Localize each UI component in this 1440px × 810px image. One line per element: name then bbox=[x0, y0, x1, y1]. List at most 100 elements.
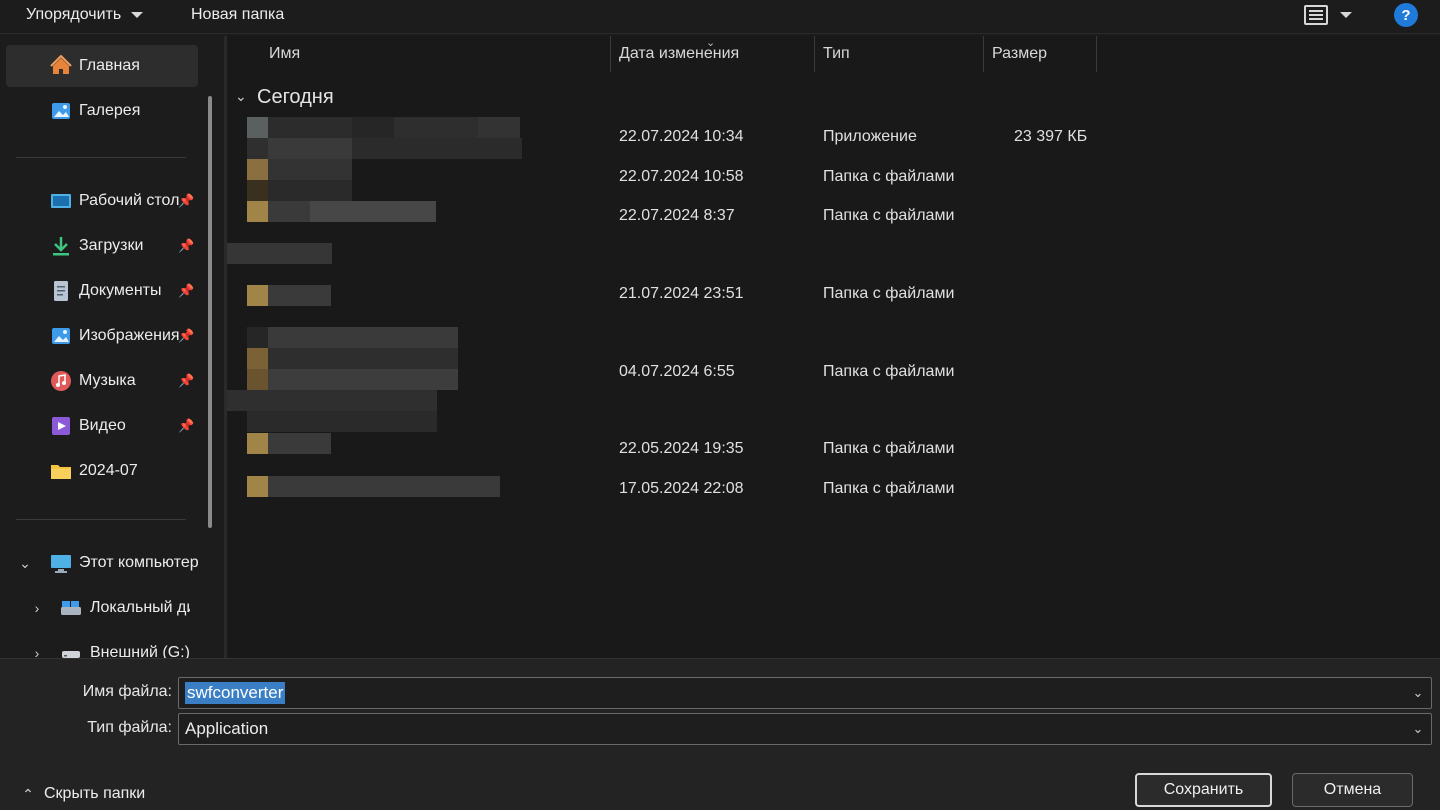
nav-item-local-disk[interactable]: › Локальный диск bbox=[6, 587, 198, 629]
filename-input[interactable]: swfconverter ⌄ bbox=[178, 677, 1432, 709]
file-name-redacted[interactable] bbox=[247, 433, 331, 454]
chevron-down-icon[interactable]: ⌄ bbox=[1411, 722, 1425, 736]
nav-item-gallery[interactable]: Галерея bbox=[6, 90, 198, 132]
file-list: Имя ⌄ Дата изменения Тип Размер ⌄ Сегодн… bbox=[227, 36, 1440, 658]
file-name-redacted[interactable] bbox=[247, 348, 458, 369]
file-name-redacted bbox=[247, 138, 522, 159]
column-divider[interactable] bbox=[983, 36, 984, 72]
nav-item-label: Локальный диск bbox=[90, 599, 190, 616]
filetype-select[interactable]: Application ⌄ bbox=[178, 713, 1432, 745]
file-name-redacted[interactable] bbox=[247, 476, 500, 497]
nav-item-folder-2024-07[interactable]: 2024-07 bbox=[6, 450, 198, 492]
navigation-pane: Главная Галерея Рабочий стол 📌 Загрузки … bbox=[0, 36, 222, 658]
organize-label: Упорядочить bbox=[26, 6, 122, 23]
view-list-icon bbox=[1304, 5, 1328, 25]
file-name-redacted bbox=[247, 180, 352, 201]
filetype-label: Тип файла: bbox=[87, 719, 172, 736]
column-header-name[interactable]: Имя bbox=[269, 36, 300, 72]
file-type: Папка с файлами bbox=[823, 285, 955, 302]
file-type: Папка с файлами bbox=[823, 480, 955, 497]
column-header-size[interactable]: Размер bbox=[992, 36, 1047, 72]
column-header-date[interactable]: Дата изменения bbox=[619, 36, 739, 72]
nav-item-label: Загрузки bbox=[79, 237, 144, 254]
file-type: Папка с файлами bbox=[823, 207, 955, 224]
file-date: 22.07.2024 10:34 bbox=[619, 128, 744, 145]
help-icon[interactable]: ? bbox=[1394, 3, 1418, 27]
save-button[interactable]: Сохранить bbox=[1135, 773, 1272, 807]
chevron-down-icon[interactable]: ⌄ bbox=[18, 556, 32, 570]
nav-item-label: Видео bbox=[79, 417, 126, 434]
file-size: 23 397 КБ bbox=[1014, 128, 1088, 145]
file-date: 21.07.2024 23:51 bbox=[619, 285, 744, 302]
music-icon bbox=[51, 371, 71, 391]
organize-button[interactable]: Упорядочить bbox=[26, 0, 144, 30]
filetype-value: Application bbox=[185, 719, 269, 738]
nav-item-label: Музыка bbox=[79, 372, 136, 389]
pin-icon: 📌 bbox=[178, 193, 195, 208]
nav-item-desktop[interactable]: Рабочий стол 📌 bbox=[6, 180, 198, 222]
column-divider[interactable] bbox=[1096, 36, 1097, 72]
computer-icon bbox=[51, 555, 71, 573]
nav-item-documents[interactable]: Документы 📌 bbox=[6, 270, 198, 312]
file-date: 22.07.2024 10:58 bbox=[619, 168, 744, 185]
nav-item-home[interactable]: Главная bbox=[6, 45, 198, 87]
filename-label: Имя файла: bbox=[82, 683, 172, 700]
pin-icon: 📌 bbox=[178, 418, 195, 433]
view-options-button[interactable] bbox=[1304, 2, 1356, 28]
chevron-down-icon bbox=[131, 12, 144, 18]
file-type: Папка с файлами bbox=[823, 440, 955, 457]
file-type: Приложение bbox=[823, 128, 917, 145]
nav-item-label: Главная bbox=[79, 57, 140, 74]
file-name-redacted[interactable] bbox=[247, 285, 331, 306]
file-type: Папка с файлами bbox=[823, 168, 955, 185]
group-header-today[interactable]: ⌄ Сегодня bbox=[235, 84, 334, 110]
cancel-button[interactable]: Отмена bbox=[1292, 773, 1413, 807]
chevron-right-icon[interactable]: › bbox=[30, 601, 44, 615]
nav-divider bbox=[16, 157, 186, 158]
nav-item-this-pc[interactable]: ⌄ Этот компьютер bbox=[6, 542, 199, 584]
column-divider[interactable] bbox=[814, 36, 815, 72]
file-name-redacted[interactable] bbox=[247, 201, 436, 222]
nav-item-downloads[interactable]: Загрузки 📌 bbox=[6, 225, 198, 267]
file-name-redacted bbox=[247, 327, 458, 348]
file-date: 22.05.2024 19:35 bbox=[619, 440, 744, 457]
group-label: Сегодня bbox=[257, 85, 334, 108]
file-date: 22.07.2024 8:37 bbox=[619, 207, 735, 224]
pin-icon: 📌 bbox=[178, 283, 195, 298]
gallery-icon bbox=[52, 103, 70, 119]
nav-item-pictures[interactable]: Изображения 📌 bbox=[6, 315, 198, 357]
chevron-down-icon bbox=[1340, 12, 1352, 18]
desktop-icon bbox=[51, 194, 71, 208]
file-name-redacted bbox=[227, 243, 332, 264]
nav-item-video[interactable]: Видео 📌 bbox=[6, 405, 198, 447]
command-bar: Упорядочить Новая папка ? bbox=[0, 0, 1440, 34]
download-icon bbox=[53, 237, 69, 256]
save-options-pane: Имя файла: swfconverter ⌄ Тип файла: App… bbox=[0, 658, 1440, 810]
pin-icon: 📌 bbox=[178, 373, 195, 388]
documents-icon bbox=[54, 281, 68, 301]
nav-item-label: Внешний (G:) bbox=[90, 644, 190, 658]
file-name-redacted[interactable] bbox=[247, 117, 520, 138]
hide-folders-button[interactable]: ⌃ Скрыть папки bbox=[20, 785, 145, 803]
nav-item-music[interactable]: Музыка 📌 bbox=[6, 360, 198, 402]
nav-item-label: 2024-07 bbox=[79, 462, 138, 479]
nav-item-label: Изображения bbox=[79, 327, 179, 344]
video-icon bbox=[52, 417, 70, 435]
nav-scrollbar[interactable] bbox=[208, 96, 212, 528]
new-folder-button[interactable]: Новая папка bbox=[191, 0, 284, 30]
chevron-down-icon[interactable]: ⌄ bbox=[1411, 686, 1425, 700]
external-drive-icon bbox=[62, 651, 80, 658]
chevron-right-icon[interactable]: › bbox=[30, 646, 44, 658]
column-header-type[interactable]: Тип bbox=[823, 36, 850, 72]
nav-item-label: Галерея bbox=[79, 102, 141, 119]
nav-item-external-drive[interactable]: › Внешний (G:) bbox=[6, 632, 198, 658]
file-name-redacted[interactable] bbox=[247, 159, 352, 180]
filename-value[interactable]: swfconverter bbox=[185, 682, 286, 704]
file-date: 04.07.2024 6:55 bbox=[619, 363, 735, 380]
chevron-up-icon: ⌃ bbox=[22, 786, 34, 802]
column-divider[interactable] bbox=[610, 36, 611, 72]
file-type: Папка с файлами bbox=[823, 363, 955, 380]
hide-folders-label: Скрыть папки bbox=[44, 785, 146, 802]
file-name-redacted bbox=[247, 369, 458, 390]
pin-icon: 📌 bbox=[178, 328, 195, 343]
